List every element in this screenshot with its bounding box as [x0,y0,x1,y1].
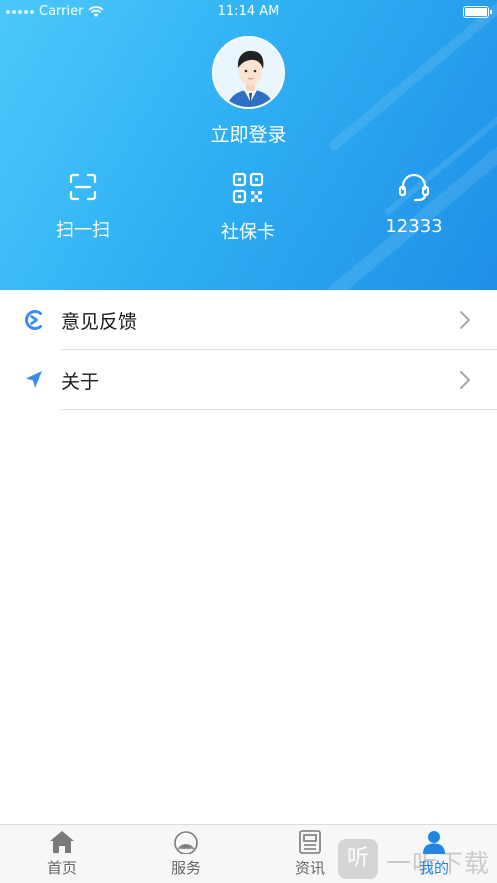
watermark-text: 一听下载 [386,849,491,878]
home-icon [50,831,74,853]
quick-action-label: 扫一扫 [56,220,110,241]
chevron-right-icon [460,311,470,329]
quick-action-label: 社保卡 [221,222,275,243]
avatar-person-icon [214,38,283,107]
divider [61,409,497,410]
watermark: 听 一听下载 [338,836,497,883]
quick-action-scan[interactable]: 扫一扫 [23,172,143,242]
avatar[interactable] [212,36,285,109]
navigation-arrow-icon [26,371,42,388]
status-bar: Carrier 11:14 AM [0,0,497,24]
tab-label: 服务 [170,859,201,877]
tab-home[interactable]: 首页 [22,830,102,878]
quick-action-label: 12333 [385,216,443,237]
settings-menu: 意见反馈 关于 [0,290,497,410]
qr-code-icon [232,172,264,204]
tab-service[interactable]: 服务 [146,830,226,878]
news-icon [299,830,321,854]
profile-header: Carrier 11:14 AM 立即登录 扫一扫 社保卡 12333 [0,0,497,290]
battery-icon [463,6,492,18]
status-time: 11:14 AM [217,4,280,19]
chevron-right-icon [460,371,470,389]
watermark-badge: 听 [338,839,378,879]
scan-icon [69,173,97,201]
headset-icon [398,173,430,202]
menu-item-about[interactable]: 关于 [0,350,497,410]
feedback-icon [25,310,42,330]
login-link[interactable]: 立即登录 [0,120,497,147]
quick-action-hotline[interactable]: 12333 [354,172,474,237]
tab-label: 首页 [46,859,77,877]
quick-actions: 扫一扫 社保卡 12333 [0,172,497,262]
service-icon [174,831,198,854]
menu-item-label: 关于 [61,371,100,393]
quick-action-social-card[interactable]: 社保卡 [188,172,308,244]
menu-item-feedback[interactable]: 意见反馈 [0,290,497,350]
menu-item-label: 意见反馈 [61,311,138,333]
